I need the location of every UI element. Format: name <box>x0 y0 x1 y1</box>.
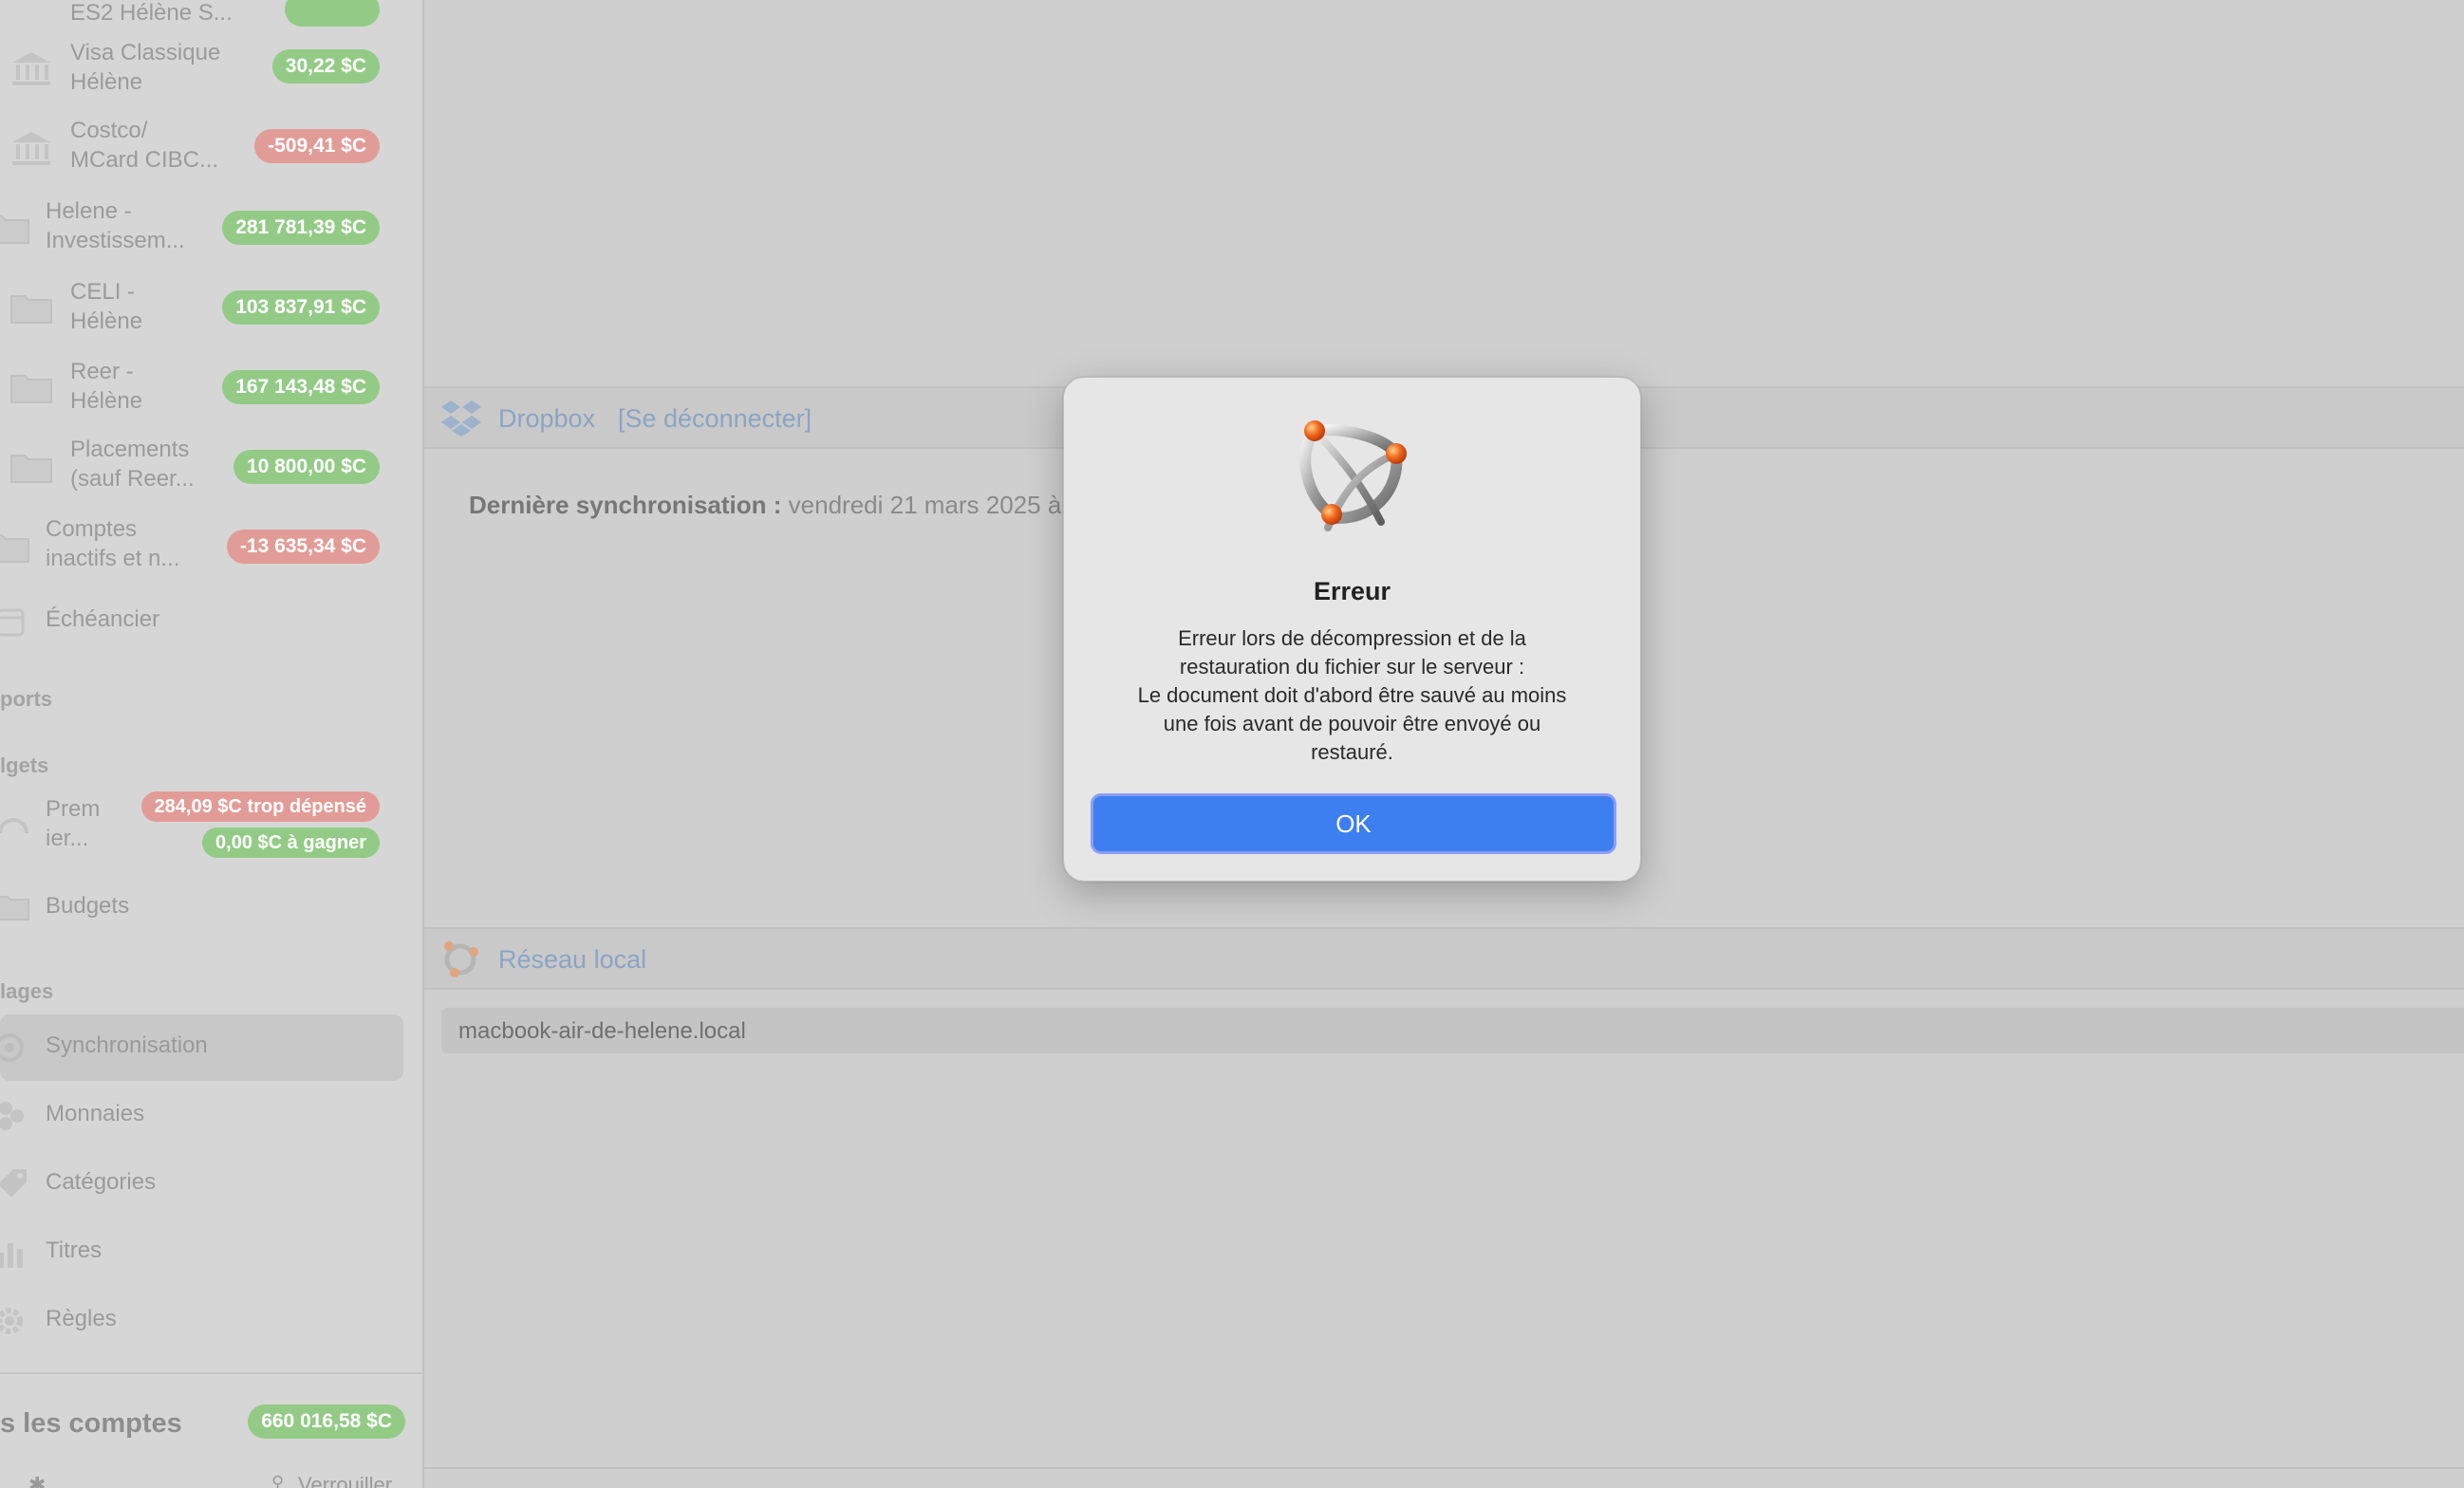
dialog-message-line: restauré. <box>1311 740 1393 764</box>
account-row[interactable]: Comptes inactifs et n... -13 635,34 $C <box>0 507 422 586</box>
account-row[interactable]: Visa Classique Hélène 30,22 $C <box>0 28 422 108</box>
account-name-line2: (sauf Reer... <box>70 466 195 492</box>
all-accounts-label: s les comptes <box>0 1408 182 1439</box>
host-field[interactable]: macbook-air-de-helene.local <box>441 1008 2464 1053</box>
account-name-line1: Visa Classique <box>70 40 221 65</box>
account-name-line1: Costco/ <box>70 118 148 143</box>
network-icon <box>444 941 478 977</box>
account-name-line2: Hélène <box>70 308 143 334</box>
account-name-line1: Reer - <box>70 359 134 384</box>
section-reports: ports <box>0 687 52 711</box>
balance-badge <box>285 0 380 27</box>
app-logo-icon <box>1299 420 1407 531</box>
account-row[interactable]: CELI - Hélène 103 837,91 $C <box>0 268 422 347</box>
all-accounts-total: 660 016,58 $C <box>248 1404 405 1439</box>
balance-badge: 30,22 $C <box>271 49 380 84</box>
dialog-message-line: Le document doit d'abord être sauvé au m… <box>1137 683 1567 707</box>
dialog-message-line: restauration du fichier sur le serveur : <box>1179 655 1525 679</box>
section-budgets: lgets <box>0 753 49 777</box>
currency-icon <box>0 1102 24 1130</box>
account-row[interactable]: Helene - Investissem... 281 781,39 $C <box>0 188 422 268</box>
star-icon[interactable]: ✱ <box>28 1473 46 1488</box>
host-name: macbook-air-de-helene.local <box>458 1018 746 1044</box>
sidebar-item-currencies[interactable]: Monnaies <box>0 1083 403 1149</box>
divider <box>0 1372 422 1374</box>
dialog-title: Erreur <box>1313 577 1391 605</box>
account-row[interactable]: Costco/ MCard CIBC... -509,41 $C <box>0 108 422 188</box>
sidebar: ES2 Hélène S... Visa Classique Hélène 30… <box>0 0 424 1488</box>
gear-icon <box>0 1308 23 1334</box>
error-dialog: Erreur Erreur lors de décompression et d… <box>1063 377 1641 882</box>
section-settings: lages <box>0 979 54 1003</box>
sidebar-item-scheduler[interactable]: Échéancier <box>0 588 403 655</box>
chart-icon <box>0 1243 23 1268</box>
balance-badge: 281 781,39 $C <box>222 211 380 245</box>
local-network-title: Réseau local <box>498 945 647 974</box>
balance-badge: 103 837,91 $C <box>222 290 380 325</box>
overspent-badge: 284,09 $C trop dépensé <box>140 791 380 822</box>
sidebar-item-sync[interactable]: Synchronisation <box>0 1014 403 1081</box>
account-name-line2: Hélène <box>70 388 143 414</box>
sidebar-item-budgets[interactable]: Budgets <box>0 875 403 941</box>
calendar-icon <box>0 608 25 637</box>
account-row[interactable]: Placements (sauf Reer... 10 800,00 $C <box>0 427 422 507</box>
sidebar-item-label: Synchronisation <box>46 1032 208 1058</box>
account-name-line1: Helene - <box>46 198 132 224</box>
tag-icon <box>0 1169 27 1198</box>
sidebar-item-label: Échéancier <box>46 606 160 632</box>
local-network-header: Réseau local <box>424 927 2464 990</box>
divider <box>424 1467 2464 1469</box>
sidebar-item-label: Monnaies <box>46 1101 145 1126</box>
account-name-line2: Investissem... <box>46 228 185 253</box>
account-name-line2: inactifs et n... <box>46 546 180 571</box>
sidebar-item-label: Règles <box>46 1306 117 1331</box>
sidebar-item-label: Budgets <box>46 893 130 919</box>
sync-icon <box>0 1033 24 1062</box>
account-name-line1: Placements <box>70 437 190 462</box>
balance-badge: 167 143,48 $C <box>222 370 380 404</box>
folder-icon <box>0 215 29 244</box>
last-sync-label: Dernière synchronisation : <box>469 491 782 519</box>
last-sync-value: vendredi 21 mars 2025 à <box>788 491 1062 519</box>
folder-icon <box>10 455 52 483</box>
folder-icon <box>10 375 52 403</box>
to-earn-badge: 0,00 $C à gagner <box>202 828 380 858</box>
account-name-line2: Hélène <box>70 69 143 95</box>
sidebar-item-securities[interactable]: Titres <box>0 1219 403 1286</box>
balance-badge: -13 635,34 $C <box>226 530 380 564</box>
folder-icon <box>0 896 29 921</box>
lock-icon: ⚲ <box>271 1473 285 1488</box>
lock-button-label[interactable]: Verrouiller <box>298 1473 392 1488</box>
ok-button[interactable]: OK <box>1091 793 1616 854</box>
dialog-message-line: Erreur lors de décompression et de la <box>1178 626 1526 650</box>
sidebar-item-label: Titres <box>46 1237 103 1263</box>
account-name-line1: CELI - <box>70 279 136 305</box>
budget-name-line1: Prem <box>46 796 101 822</box>
account-row[interactable]: Reer - Hélène 167 143,48 $C <box>0 347 422 427</box>
bank-icon <box>12 52 50 85</box>
folder-icon <box>10 295 52 324</box>
dialog-message-line: une fois avant de pouvoir être envoyé ou <box>1163 712 1541 735</box>
bank-icon <box>12 132 50 165</box>
all-accounts-row[interactable]: s les comptes 660 016,58 $C <box>0 1397 422 1444</box>
balance-badge: -509,41 $C <box>254 129 380 163</box>
sidebar-item-categories[interactable]: Catégories <box>0 1151 403 1218</box>
account-name-line1: Comptes <box>46 516 138 542</box>
gauge-icon <box>0 818 28 834</box>
account-name: ES2 Hélène S... <box>70 0 233 26</box>
balance-badge: 10 800,00 $C <box>233 450 380 484</box>
budget-name-line2: ier... <box>46 826 89 851</box>
dropbox-title: Dropbox <box>498 404 596 433</box>
dropbox-icon <box>441 400 481 437</box>
last-sync-text: Dernière synchronisation : vendredi 21 m… <box>469 491 1061 520</box>
sidebar-item-rules[interactable]: Règles <box>0 1288 403 1354</box>
account-name-line2: MCard CIBC... <box>70 147 219 173</box>
sidebar-item-label: Catégories <box>46 1169 157 1195</box>
disconnect-link[interactable]: [Se déconnecter] <box>618 404 812 434</box>
folder-icon <box>0 534 29 563</box>
budget-row[interactable]: Prem ier... 284,09 $C trop dépensé 0,00 … <box>0 788 422 860</box>
